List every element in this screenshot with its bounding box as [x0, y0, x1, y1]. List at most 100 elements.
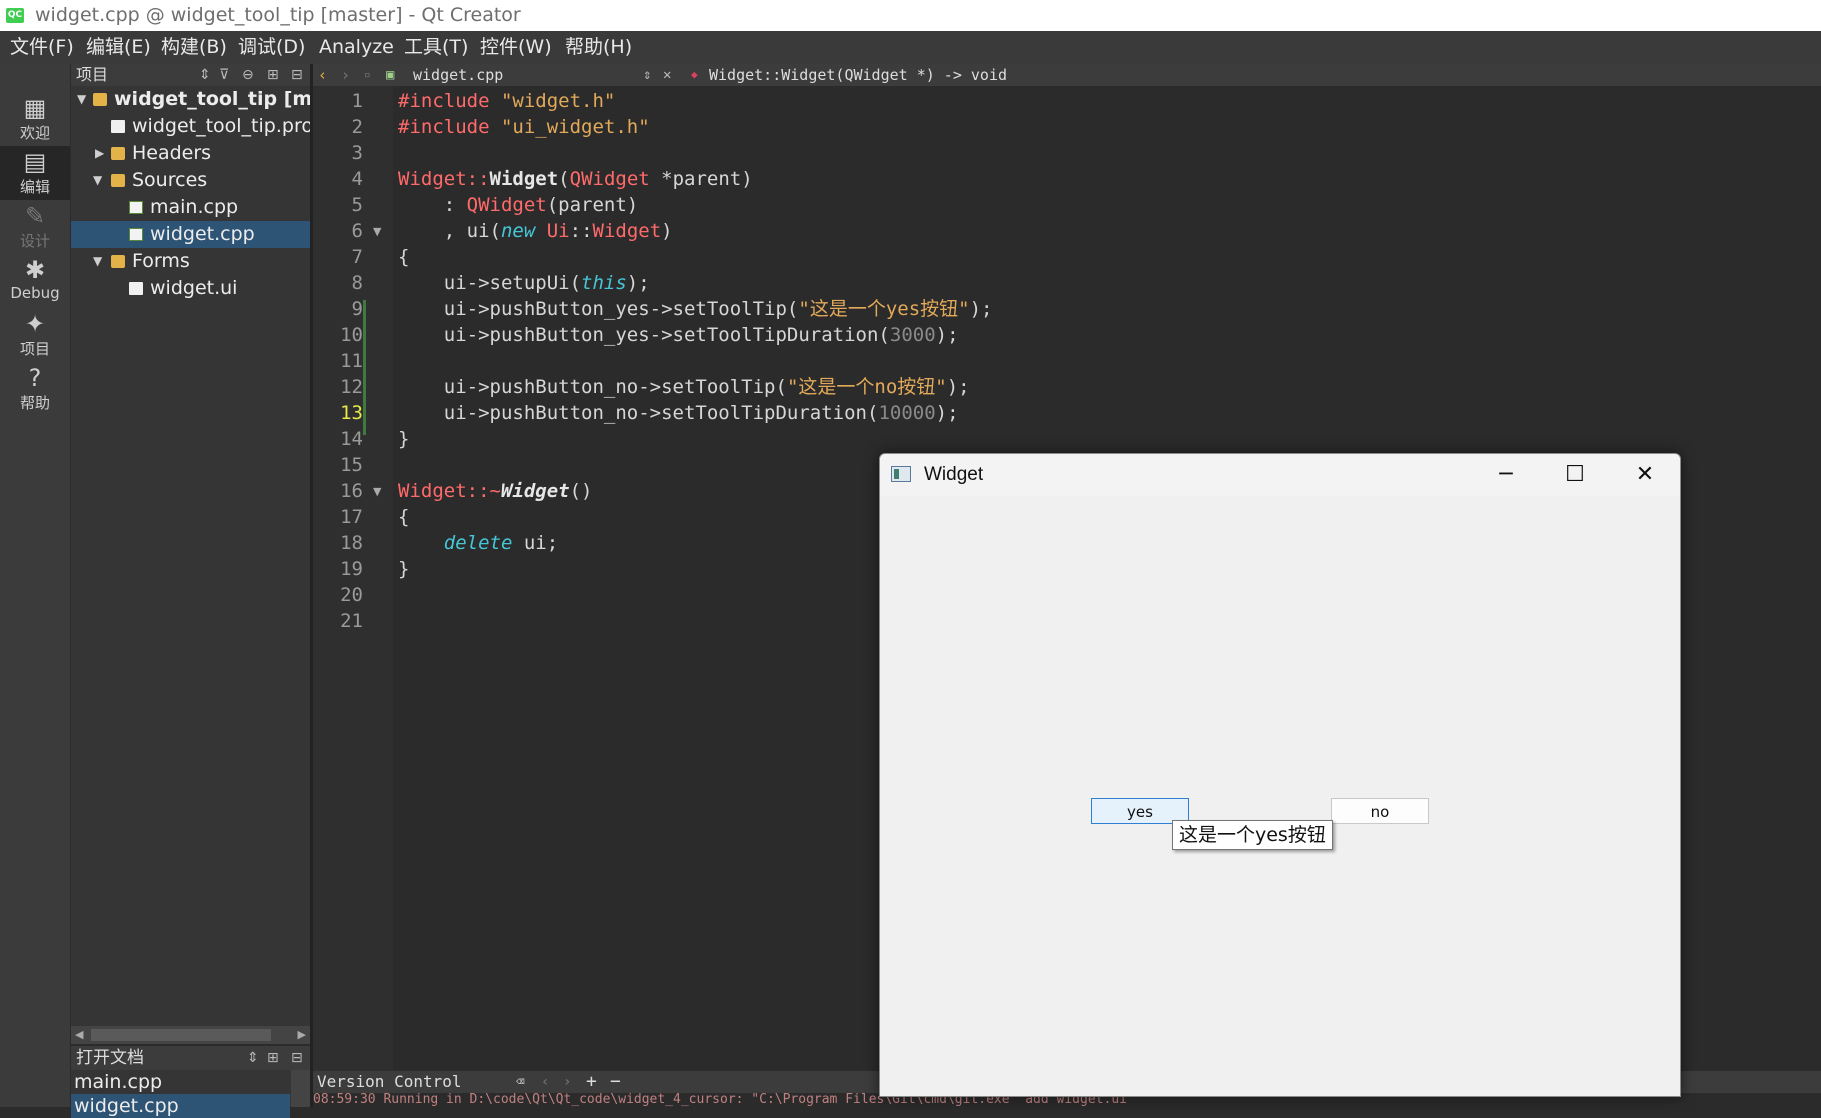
expand-arrow-icon[interactable]: ▶: [95, 140, 104, 167]
folder-icon: [111, 174, 125, 187]
widget-app-window: Widget ─ ☐ ✕ yes no 这是一个yes按钮: [879, 453, 1681, 1097]
line-number: 14: [340, 428, 363, 450]
menu-widgets[interactable]: 控件(W): [480, 31, 552, 64]
close-pane-icon[interactable]: ⊟: [291, 64, 303, 86]
yes-button-tooltip: 这是一个yes按钮: [1172, 820, 1333, 850]
widget-title-bar[interactable]: Widget ─ ☐ ✕: [880, 454, 1680, 496]
line-number: 17: [340, 506, 363, 528]
split-icon[interactable]: ⊞: [267, 64, 279, 86]
tree-item-label: main.cpp: [150, 196, 239, 218]
mode-label: 欢迎: [19, 124, 50, 142]
menu-bar: 文件(F) 编辑(E) 构建(B) 调试(D) Analyze 工具(T) 控件…: [0, 31, 1821, 64]
mode-projects[interactable]: ✦ 项目: [0, 308, 70, 362]
scrollbar-thumb[interactable]: [91, 1029, 271, 1041]
project-pane-header: 项目 ⇕ ⊽ ⊖ ⊞ ⊟: [71, 64, 310, 86]
tree-item-project-root[interactable]: ▼ widget_tool_tip [master]: [71, 86, 310, 113]
tree-item-widget-ui[interactable]: widget.ui: [71, 275, 310, 302]
link-icon[interactable]: ⊖: [242, 64, 254, 86]
line-number: 15: [340, 454, 363, 476]
dropdown-arrows-icon[interactable]: ⇕: [199, 64, 211, 86]
horizontal-scrollbar[interactable]: ◀ ▶: [71, 1026, 310, 1044]
close-pane-icon[interactable]: ⊟: [291, 1046, 303, 1070]
menu-edit[interactable]: 编辑(E): [86, 31, 151, 64]
current-symbol[interactable]: Widget::Widget(QWidget *) -> void: [709, 64, 1007, 86]
mode-help[interactable]: ? 帮助: [0, 362, 70, 416]
scroll-left-icon[interactable]: ◀: [75, 1026, 83, 1044]
split-icon[interactable]: ⊞: [267, 1046, 279, 1070]
output-panel-title[interactable]: Version Control: [317, 1071, 462, 1093]
fold-marker-icon[interactable]: ▼: [373, 225, 381, 238]
tree-item-label: widget.ui: [150, 277, 238, 299]
mode-edit[interactable]: ▤ 编辑: [0, 146, 70, 200]
ui-file-icon: [129, 282, 143, 295]
menu-build[interactable]: 构建(B): [161, 31, 227, 64]
pro-file-icon: [111, 120, 125, 133]
help-icon: ?: [28, 364, 42, 392]
project-pane-title[interactable]: 项目: [76, 64, 108, 86]
tree-item-headers[interactable]: ▶ Headers: [71, 140, 310, 167]
zoom-out-icon[interactable]: −: [610, 1071, 621, 1093]
tree-item-widget-cpp[interactable]: widget.cpp: [71, 221, 310, 248]
clear-output-icon[interactable]: ⌫: [516, 1071, 524, 1093]
window-title: widget.cpp @ widget_tool_tip [master] - …: [35, 4, 521, 26]
line-number: 2: [351, 116, 363, 138]
open-doc-item[interactable]: widget.cpp: [71, 1094, 290, 1118]
menu-file[interactable]: 文件(F): [10, 31, 74, 64]
open-doc-item[interactable]: main.cpp: [74, 1070, 290, 1094]
project-icon: [93, 93, 107, 106]
scroll-right-icon[interactable]: ▶: [298, 1026, 306, 1044]
vertical-scrollbar[interactable]: [291, 1070, 310, 1107]
menu-analyze[interactable]: Analyze: [319, 31, 394, 64]
no-button[interactable]: no: [1331, 798, 1429, 824]
menu-help[interactable]: 帮助(H): [565, 31, 632, 64]
line-number: 16: [340, 480, 363, 502]
close-document-icon[interactable]: ✕: [663, 64, 671, 86]
zoom-in-icon[interactable]: +: [586, 1071, 597, 1093]
mode-label: 项目: [19, 340, 50, 358]
change-marker: [363, 300, 366, 435]
dropdown-arrows-icon[interactable]: ⇕: [247, 1046, 259, 1070]
mode-welcome[interactable]: ▦ 欢迎: [0, 92, 70, 146]
mode-debug[interactable]: ✱ Debug: [0, 254, 70, 308]
mode-label: 帮助: [19, 394, 50, 412]
lock-icon: ▫: [364, 68, 371, 81]
tree-item-forms[interactable]: ▼ Forms: [71, 248, 310, 275]
code-line-7: {: [398, 246, 410, 268]
tree-item-label: Forms: [132, 250, 190, 272]
minimize-icon[interactable]: ─: [1471, 454, 1541, 496]
menu-tools[interactable]: 工具(T): [404, 31, 468, 64]
maximize-icon[interactable]: ☐: [1540, 454, 1610, 496]
tree-item-label: widget_tool_tip [master]: [114, 88, 310, 110]
code-line-6: , ui(new Ui::Widget): [398, 220, 673, 242]
dropdown-arrows-icon[interactable]: ⇕: [643, 64, 651, 86]
widget-window-title: Widget: [924, 464, 984, 485]
tree-item-label: Sources: [132, 169, 208, 191]
code-line-18: delete ui;: [443, 532, 559, 554]
editor-toolbar: ‹ › ▫ ▣ widget.cpp ⇕ ✕ ◆ Widget::Widget(…: [313, 64, 1821, 86]
menu-debug[interactable]: 调试(D): [238, 31, 305, 64]
close-icon[interactable]: ✕: [1610, 454, 1680, 496]
expand-arrow-icon[interactable]: ▼: [77, 86, 86, 113]
filter-icon[interactable]: ⊽: [219, 64, 229, 86]
tree-item-sources[interactable]: ▼ Sources: [71, 167, 310, 194]
prev-icon[interactable]: ‹: [541, 1071, 549, 1093]
open-documents-title[interactable]: 打开文档: [76, 1046, 144, 1070]
mode-design[interactable]: ✎ 设计: [0, 200, 70, 254]
cpp-file-icon: [129, 228, 143, 241]
tree-item-main-cpp[interactable]: main.cpp: [71, 194, 310, 221]
tree-item-label: widget_tool_tip.pro: [132, 115, 310, 137]
tree-item-pro-file[interactable]: widget_tool_tip.pro: [71, 113, 310, 140]
fold-marker-icon[interactable]: ▼: [373, 485, 381, 498]
nav-back-icon[interactable]: ‹: [318, 64, 327, 86]
mode-label: 编辑: [19, 178, 50, 196]
next-icon[interactable]: ›: [563, 1071, 571, 1093]
open-file-name[interactable]: widget.cpp: [413, 64, 503, 86]
line-number: 10: [340, 324, 363, 346]
nav-forward-icon[interactable]: ›: [341, 64, 350, 86]
code-line-19: }: [398, 558, 410, 580]
folder-icon: [111, 147, 125, 160]
expand-arrow-icon[interactable]: ▼: [93, 248, 102, 275]
code-line-10: ui->pushButton_yes->setToolTipDuration(3…: [398, 324, 959, 346]
line-number: 20: [340, 584, 363, 606]
expand-arrow-icon[interactable]: ▼: [93, 167, 102, 194]
